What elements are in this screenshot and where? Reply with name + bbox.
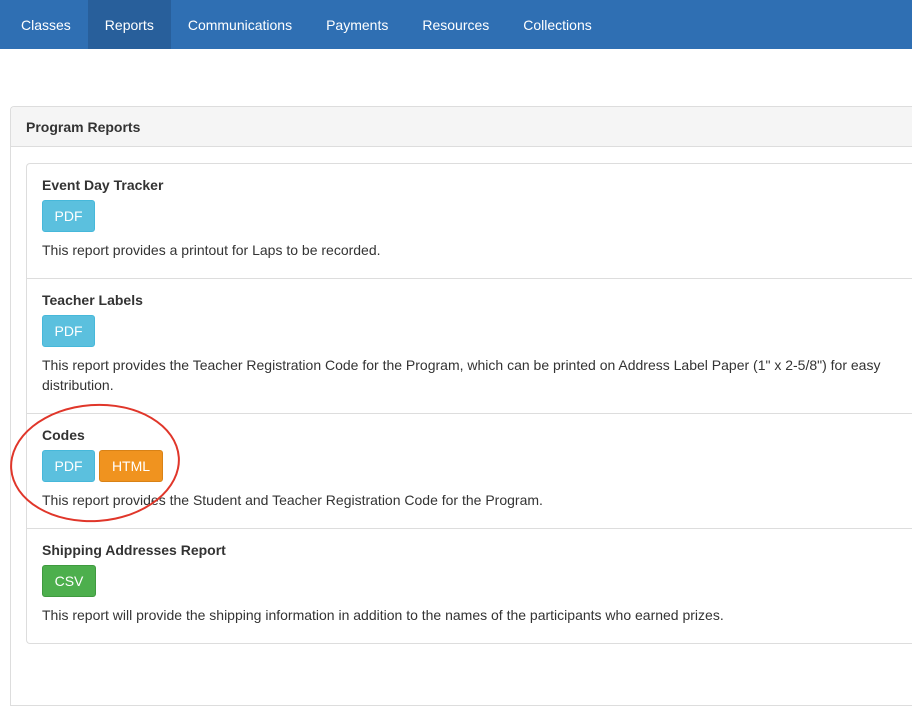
codes-pdf-button[interactable]: PDF (42, 450, 95, 482)
nav-item-classes[interactable]: Classes (4, 0, 88, 49)
teacher-labels-pdf-button[interactable]: PDF (42, 315, 95, 347)
report-title: Shipping Addresses Report (42, 542, 226, 558)
report-shipping-addresses: Shipping Addresses Report CSV This repor… (27, 529, 912, 643)
program-reports-panel: Program Reports Event Day Tracker PDF Th… (10, 106, 912, 706)
report-codes: Codes PDF HTML This report provides the … (27, 414, 912, 529)
panel-title: Program Reports (11, 107, 912, 147)
report-title: Event Day Tracker (42, 177, 164, 193)
event-day-tracker-pdf-button[interactable]: PDF (42, 200, 95, 232)
nav-item-communications[interactable]: Communications (171, 0, 309, 49)
report-title: Teacher Labels (42, 292, 143, 308)
report-description: This report provides a printout for Laps… (42, 242, 381, 258)
nav-item-collections[interactable]: Collections (506, 0, 608, 49)
shipping-addresses-csv-button[interactable]: CSV (42, 565, 96, 597)
nav-item-payments[interactable]: Payments (309, 0, 405, 49)
report-description: This report provides the Student and Tea… (42, 492, 543, 508)
report-teacher-labels: Teacher Labels PDF This report provides … (27, 279, 912, 414)
report-description: This report will provide the shipping in… (42, 607, 724, 623)
report-title: Codes (42, 427, 85, 443)
nav-item-reports[interactable]: Reports (87, 0, 171, 49)
report-event-day-tracker: Event Day Tracker PDF This report provid… (27, 164, 912, 279)
report-list: Event Day Tracker PDF This report provid… (26, 163, 912, 644)
nav-item-resources[interactable]: Resources (405, 0, 506, 49)
top-navbar: Classes Reports Communications Payments … (0, 0, 912, 49)
codes-html-button[interactable]: HTML (99, 450, 163, 482)
report-description: This report provides the Teacher Registr… (42, 357, 881, 393)
